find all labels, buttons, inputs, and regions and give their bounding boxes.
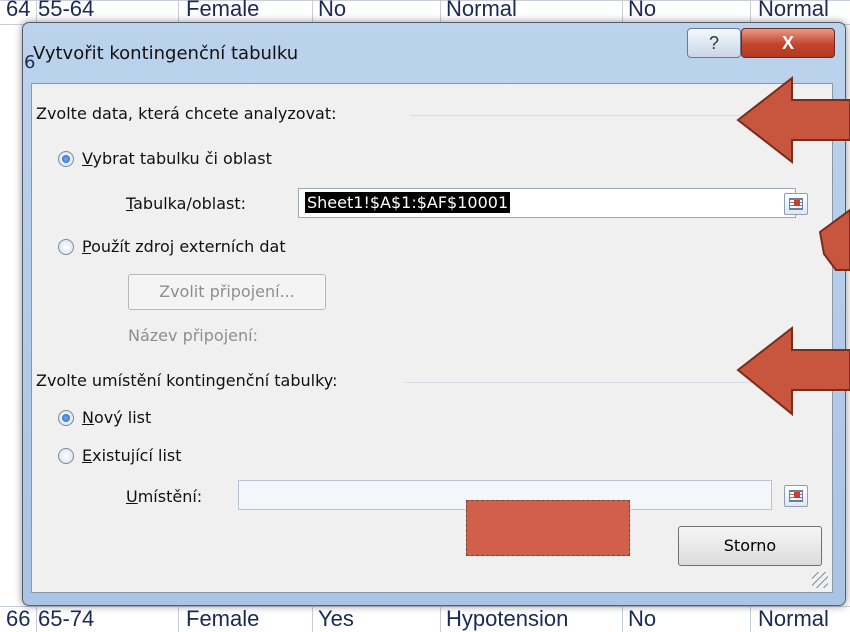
- label-text: ybrat tabulku či oblast: [92, 149, 272, 168]
- radio-select-range[interactable]: [58, 151, 74, 167]
- sheet-cell: Yes: [318, 606, 354, 631]
- connection-name-label: Název připojení:: [128, 326, 258, 345]
- sheet-cell: No: [628, 0, 657, 21]
- section-heading-data: Zvolte data, která chcete analyzovat:: [36, 104, 337, 123]
- location-label: Umístění:: [126, 487, 202, 506]
- cancel-button[interactable]: Storno: [678, 526, 822, 566]
- dialog-content: Zvolte data, která chcete analyzovat: Vy…: [31, 83, 833, 593]
- sheet-cell: Hypotension: [446, 606, 569, 631]
- radio-external-source-label[interactable]: Použít zdroj externích dat: [82, 237, 286, 256]
- close-button[interactable]: X: [741, 28, 835, 58]
- label-text: xistující list: [92, 446, 182, 465]
- sheet-cell: Female: [186, 606, 260, 631]
- sheet-row-bottom: 66 65-74 Female Yes Hypotension No Norma…: [0, 606, 850, 631]
- label-text: abulka/oblast:: [133, 194, 247, 213]
- radio-existing-sheet-label[interactable]: Existující list: [82, 446, 182, 465]
- choose-connection-button[interactable]: Zvolit připojení...: [128, 274, 326, 310]
- accel-key: E: [82, 446, 93, 465]
- sheet-cell: Normal: [758, 606, 829, 631]
- accel-key: V: [82, 149, 93, 168]
- sheet-cell: 64: [6, 0, 31, 21]
- annotation-arrow-icon: [818, 208, 850, 271]
- radio-new-sheet-label[interactable]: Nový list: [82, 408, 151, 427]
- annotation-arrow-icon: [736, 75, 850, 165]
- accel-key: N: [82, 408, 94, 427]
- sheet-cell: 6: [24, 52, 36, 73]
- range-picker-icon[interactable]: [784, 193, 808, 215]
- radio-new-sheet[interactable]: [58, 410, 74, 426]
- accel-key: U: [126, 487, 138, 506]
- ok-button-cover: [466, 500, 630, 556]
- sheet-row-top: 64 55-64 Female No Normal No Normal: [0, 0, 850, 21]
- accel-key: P: [82, 237, 92, 256]
- annotation-arrow-icon: [736, 325, 850, 417]
- radio-external-source[interactable]: [58, 239, 74, 255]
- sheet-cell: 55-64: [38, 0, 95, 21]
- range-input-value: Sheet1!$A$1:$AF$10001: [305, 192, 511, 213]
- help-button[interactable]: ?: [687, 28, 741, 58]
- sheet-cell: No: [628, 606, 657, 631]
- pivot-table-dialog: Vytvořit kontingenční tabulku ? X Zvolte…: [22, 22, 846, 606]
- location-picker-icon[interactable]: [784, 485, 808, 507]
- section-heading-location: Zvolte umístění kontingenční tabulky:: [36, 371, 338, 390]
- label-text: oužít zdroj externích dat: [91, 237, 286, 256]
- label-text: ový list: [93, 408, 152, 427]
- radio-existing-sheet[interactable]: [58, 448, 74, 464]
- sheet-cell: Female: [186, 0, 260, 21]
- range-input[interactable]: Sheet1!$A$1:$AF$10001: [298, 188, 796, 218]
- dialog-title: Vytvořit kontingenční tabulku: [33, 43, 299, 64]
- radio-select-range-label[interactable]: Vybrat tabulku či oblast: [82, 149, 272, 168]
- sheet-cell: No: [318, 0, 347, 21]
- sheet-cell: 65-74: [38, 606, 95, 631]
- sheet-cell: 66: [6, 606, 31, 631]
- sheet-cell: Normal: [758, 0, 829, 21]
- resize-grip-icon[interactable]: [812, 572, 828, 588]
- sheet-cell: Normal: [446, 0, 517, 21]
- range-label: Tabulka/oblast:: [126, 194, 246, 213]
- label-text: místění:: [137, 487, 203, 506]
